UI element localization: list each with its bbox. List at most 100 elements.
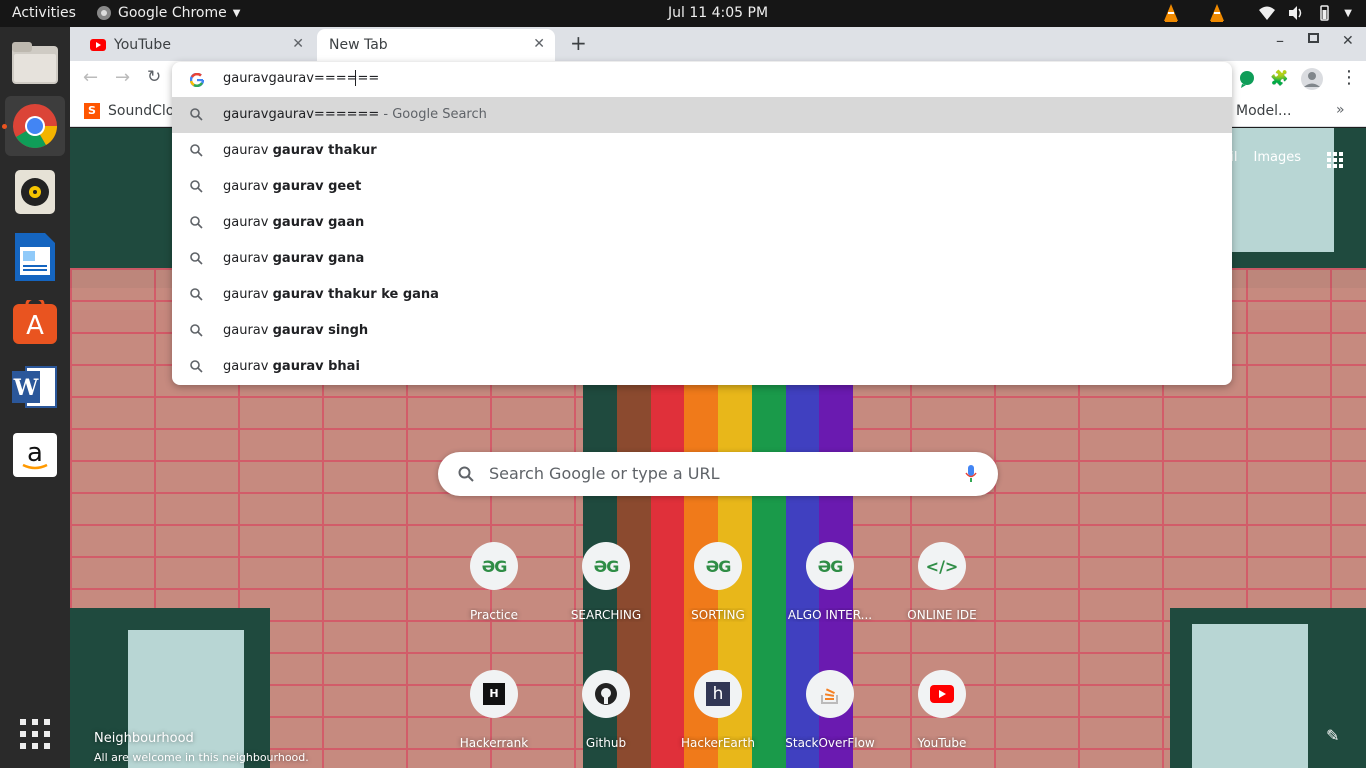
attribution-subtitle: All are welcome in this neighbourhood.	[94, 751, 309, 764]
shortcut-hackerearth[interactable]: h HackerEarth	[662, 670, 774, 768]
shortcut-label: Hackerrank	[459, 736, 529, 750]
ntp-search-box[interactable]: Search Google or type a URL	[438, 452, 998, 496]
shortcut-label: StackOverFlow	[785, 736, 875, 750]
suggestion-text: gaurav gaurav geet	[223, 179, 361, 194]
shortcut-label: YouTube	[917, 736, 967, 750]
customize-pencil-icon[interactable]: ✎	[1326, 726, 1339, 745]
chrome-small-icon	[97, 6, 111, 20]
suggestion-row[interactable]: gaurav gaurav gana	[172, 241, 1232, 277]
suggestion-text: gaurav gaurav gana	[223, 251, 364, 266]
svg-text:a: a	[27, 438, 43, 468]
omnibox-input[interactable]: gauravgaurav======	[172, 62, 1232, 97]
dock-chrome[interactable]	[5, 96, 65, 156]
vlc-tray-icon-2[interactable]	[1208, 3, 1226, 23]
ntp-top-links: ail Images	[1222, 150, 1301, 165]
suggestion-row[interactable]: gaurav gaurav thakur	[172, 133, 1232, 169]
omnibox-dropdown: gauravgaurav====== gauravgaurav====== - …	[172, 62, 1232, 385]
close-window-icon[interactable]: ✕	[1342, 33, 1354, 49]
dock-amazon[interactable]: a	[5, 425, 65, 485]
close-tab-icon[interactable]: ✕	[533, 36, 545, 52]
dock-rhythmbox[interactable]	[5, 162, 65, 222]
attribution-title: Neighbourhood	[94, 731, 194, 746]
suggestion-prefix: gaurav	[223, 143, 273, 158]
suggestion-completion: gaurav bhai	[272, 359, 360, 374]
microphone-icon[interactable]	[965, 465, 977, 483]
shortcut-youtube[interactable]: YouTube	[886, 670, 998, 768]
suggestion-completion: gaurav geet	[272, 179, 362, 194]
shortcut-label: ALGO INTER...	[787, 608, 873, 622]
shortcut-github[interactable]: Github	[550, 670, 662, 768]
suggestion-completion: gaurav singh	[272, 323, 369, 338]
clock[interactable]: Jul 11 4:05 PM	[668, 5, 768, 21]
forward-arrow-icon[interactable]: →	[115, 67, 130, 88]
bookmark-soundcloud[interactable]: S SoundClo	[84, 103, 174, 119]
background-attribution[interactable]: Neighbourhood All are welcome in this ne…	[94, 731, 309, 764]
maximize-window-icon[interactable]	[1308, 33, 1319, 43]
ubuntu-software-icon: A	[13, 300, 57, 344]
extensions-puzzle-icon[interactable]: 🧩	[1270, 69, 1289, 87]
dock-writer[interactable]	[5, 227, 65, 287]
extension-green-icon[interactable]	[1239, 70, 1255, 88]
profile-avatar-icon[interactable]	[1301, 68, 1323, 90]
close-tab-icon[interactable]: ✕	[292, 36, 304, 52]
dock-word[interactable]: W	[5, 357, 65, 417]
dock-show-apps[interactable]	[5, 704, 65, 764]
shortcut-sorting[interactable]: ƏG SORTING	[662, 542, 774, 654]
app-name: Google Chrome	[118, 5, 227, 21]
more-bookmarks-chevron-icon[interactable]: »	[1336, 102, 1345, 118]
text-cursor	[355, 70, 356, 86]
tab-youtube[interactable]: YouTube ✕	[76, 29, 314, 61]
system-tray[interactable]: ▼	[1162, 3, 1352, 23]
shortcut-label: HackerEarth	[681, 736, 755, 750]
suggestion-row[interactable]: gaurav gaurav gaan	[172, 205, 1232, 241]
system-menu-chevron-icon[interactable]: ▼	[1344, 8, 1352, 19]
suggestion-suffix: - Google Search	[379, 107, 487, 122]
activities-button[interactable]: Activities	[12, 5, 76, 21]
hackerrank-icon: H	[470, 670, 518, 718]
vlc-tray-icon[interactable]	[1162, 3, 1180, 23]
search-icon	[190, 180, 203, 193]
shortcut-searching[interactable]: ƏG SEARCHING	[550, 542, 662, 654]
suggestion-text: gaurav gaurav bhai	[223, 359, 360, 374]
suggestion-row[interactable]: gaurav gaurav geet	[172, 169, 1232, 205]
suggestion-row[interactable]: gaurav gaurav thakur ke gana	[172, 277, 1232, 313]
reload-icon[interactable]: ↻	[147, 67, 161, 87]
suggestion-completion: gaurav thakur ke gana	[272, 287, 439, 302]
shortcut-practice[interactable]: ƏG Practice	[438, 542, 550, 654]
new-tab-plus-icon[interactable]: +	[570, 31, 587, 55]
tab-new-tab[interactable]: New Tab ✕	[317, 29, 555, 61]
gfg-icon: ƏG	[582, 542, 630, 590]
back-arrow-icon[interactable]: ←	[83, 67, 98, 88]
shortcut-hackerrank[interactable]: H Hackerrank	[438, 670, 550, 768]
suggestion-text: gaurav gaurav thakur	[223, 143, 377, 158]
app-menu[interactable]: Google Chrome ▼	[96, 5, 240, 21]
kebab-menu-icon[interactable]: ⋮	[1340, 67, 1358, 88]
search-icon	[190, 216, 203, 229]
stackoverflow-icon	[806, 670, 854, 718]
shortcut-stackoverflow[interactable]: StackOverFlow	[774, 670, 886, 768]
bookmark-model[interactable]: o Model...	[1223, 103, 1291, 119]
suggestion-text: gaurav gaurav singh	[223, 323, 368, 338]
dock-files[interactable]	[5, 33, 65, 93]
svg-text:A: A	[26, 311, 44, 341]
wifi-icon[interactable]	[1258, 5, 1276, 21]
battery-icon[interactable]	[1316, 5, 1332, 21]
search-icon	[190, 324, 203, 337]
window-top-right	[1220, 128, 1366, 262]
shortcut-label: SEARCHING	[570, 608, 642, 622]
suggestion-prefix: gaurav	[223, 287, 273, 302]
minimize-window-icon[interactable]: –	[1276, 31, 1284, 50]
suggestion-row[interactable]: gaurav gaurav singh	[172, 313, 1232, 349]
images-link[interactable]: Images	[1254, 150, 1302, 165]
gfg-icon: ƏG	[806, 542, 854, 590]
gfg-icon: ƏG	[470, 542, 518, 590]
dock-software[interactable]: A	[5, 292, 65, 352]
volume-icon[interactable]	[1288, 5, 1304, 21]
shortcut-algo-inter[interactable]: ƏG ALGO INTER...	[774, 542, 886, 654]
suggestion-row[interactable]: gauravgaurav====== - Google Search	[172, 97, 1232, 133]
suggestion-row[interactable]: gaurav gaurav bhai	[172, 349, 1232, 385]
ntp-search-placeholder: Search Google or type a URL	[489, 464, 720, 483]
suggestion-prefix: gaurav	[223, 359, 273, 374]
google-apps-grid-icon[interactable]	[1327, 152, 1343, 168]
shortcut-online-ide[interactable]: </> ONLINE IDE	[886, 542, 998, 654]
